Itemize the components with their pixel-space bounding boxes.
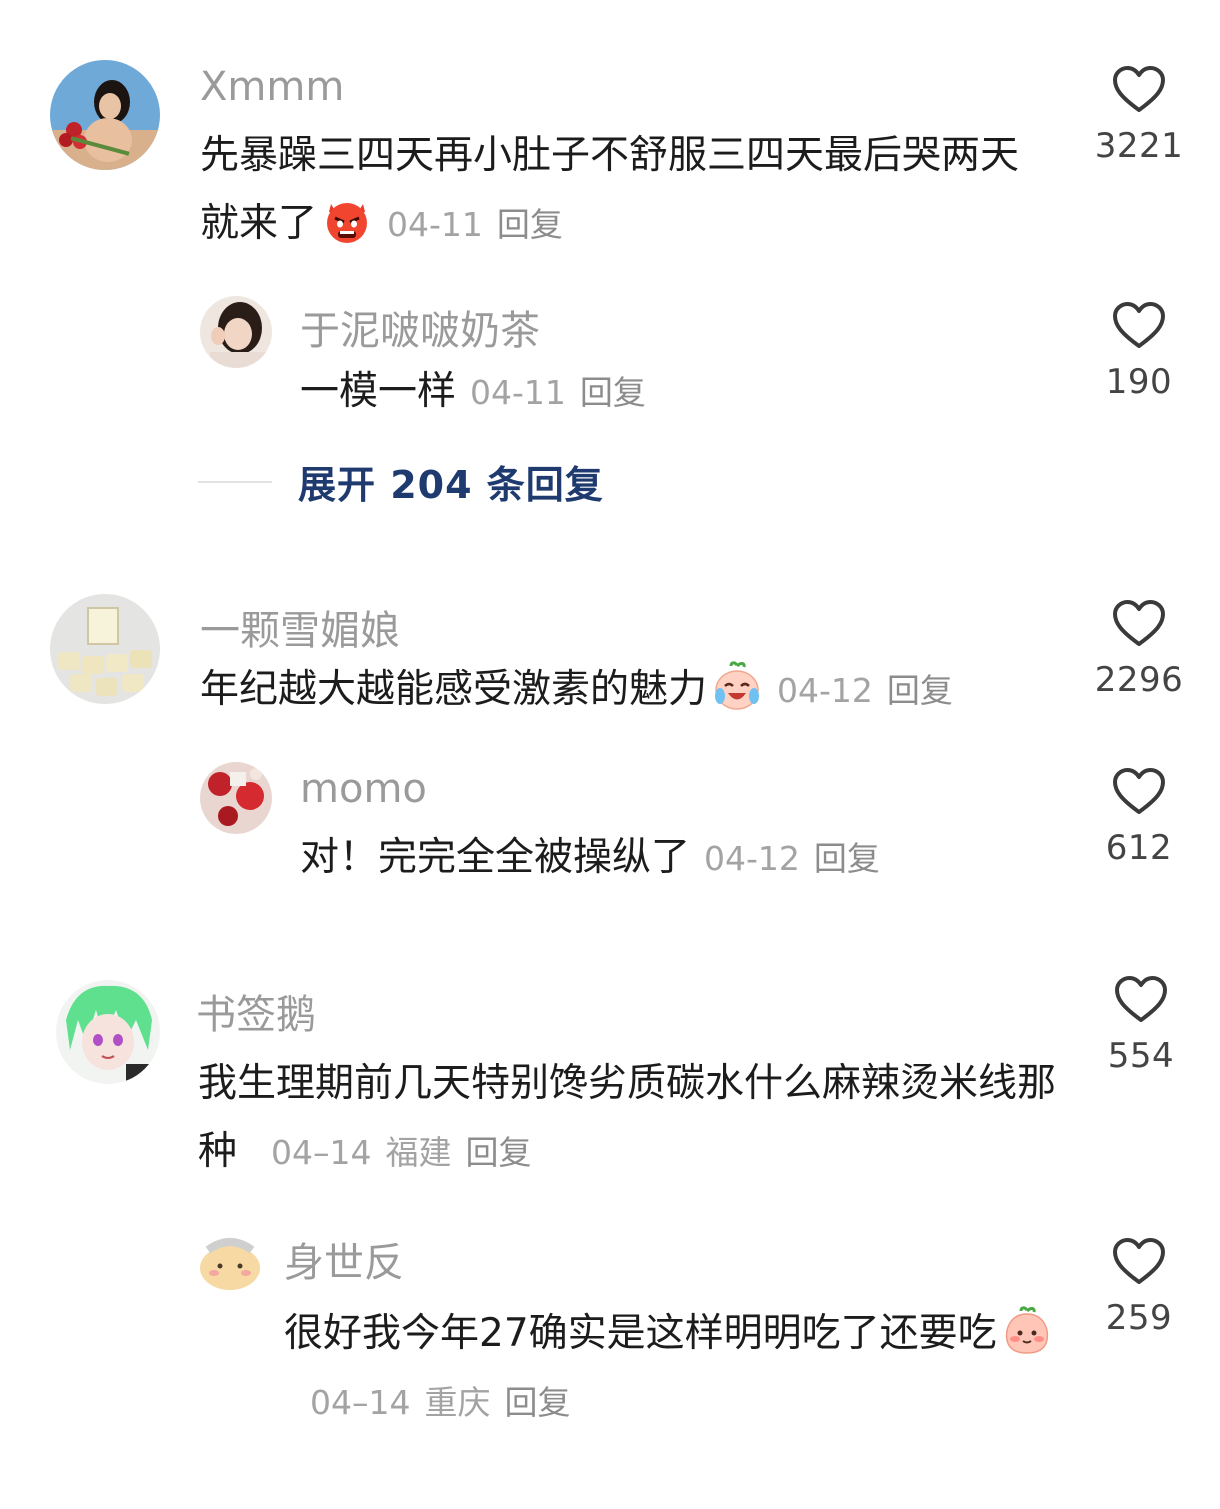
heart-icon[interactable]: [1111, 598, 1167, 648]
comment-text: 我生理期前几天特别馋劣质碳水什么麻辣烫米线那种 04–14 福建 回复: [198, 1050, 1058, 1187]
comment-body: 对！完完全全被操纵了: [300, 835, 691, 880]
avatar[interactable]: [56, 980, 160, 1084]
comment-date: 04-11: [387, 205, 483, 244]
reply-button[interactable]: 回复: [814, 839, 880, 878]
comment-meta: 04-11 回复: [470, 373, 646, 412]
comment-meta: 04-12 回复: [777, 671, 953, 710]
like-count: 3221: [1094, 126, 1184, 166]
comment-body: 年纪越大越能感受激素的魅力: [200, 667, 708, 712]
comment-body: 很好我今年27确实是这样明明吃了还要吃: [284, 1311, 997, 1356]
comment-text: 很好我今年27确实是这样明明吃了还要吃 04–14 重庆 回复: [284, 1300, 1064, 1437]
heart-icon[interactable]: [1111, 1236, 1167, 1286]
comment-location: 福建: [385, 1133, 452, 1172]
comment-text: 一模一样 04-11 回复: [300, 358, 1060, 427]
angry-devil-emoji: [321, 194, 373, 246]
comment-date: 04-12: [777, 671, 873, 710]
heart-icon[interactable]: [1111, 766, 1167, 816]
divider: [198, 480, 272, 483]
like-group: 3221: [1084, 64, 1194, 166]
comment-text: 年纪越大越能感受激素的魅力 04-12 回复: [200, 656, 1070, 725]
comment-date: 04–14: [310, 1383, 411, 1422]
avatar[interactable]: [50, 594, 160, 704]
comment-text: 对！完完全全被操纵了 04-12 回复: [300, 824, 1060, 893]
expand-replies-button[interactable]: 展开 204 条回复: [198, 454, 604, 509]
reply-button[interactable]: 回复: [887, 671, 953, 710]
like-count: 554: [1107, 1036, 1175, 1076]
avatar[interactable]: [50, 60, 160, 170]
comment-date: 04-12: [704, 839, 800, 878]
comment-meta: 04–14 重庆 回复: [310, 1383, 570, 1422]
comment-meta: 04–14 福建 回复: [271, 1133, 531, 1172]
like-count: 612: [1105, 828, 1173, 868]
comment-text: 先暴躁三四天再小肚子不舒服三四天最后哭两天就来了 04-11 回复: [200, 122, 1050, 259]
reply-button[interactable]: 回复: [580, 373, 646, 412]
like-group: 190: [1084, 300, 1194, 402]
username[interactable]: momo: [300, 766, 427, 812]
like-group: 554: [1086, 974, 1196, 1076]
crying-laugh-emoji: [711, 660, 763, 712]
like-group: 259: [1084, 1236, 1194, 1338]
reply-button[interactable]: 回复: [504, 1383, 570, 1422]
comment-date: 04-11: [470, 373, 566, 412]
reply-button[interactable]: 回复: [466, 1133, 532, 1172]
like-count: 190: [1105, 362, 1173, 402]
username[interactable]: 书签鹅: [196, 982, 316, 1040]
comment-meta: 04-11 回复: [387, 205, 563, 244]
heart-icon[interactable]: [1113, 974, 1169, 1024]
username[interactable]: 身世反: [284, 1230, 404, 1288]
heart-icon[interactable]: [1111, 300, 1167, 350]
like-count: 2296: [1094, 660, 1184, 700]
username[interactable]: Xmmm: [200, 64, 344, 110]
username[interactable]: 一颗雪媚娘: [200, 598, 400, 656]
shy-peach-emoji: [1001, 1304, 1053, 1356]
comment-location: 重庆: [424, 1383, 491, 1422]
like-count: 259: [1105, 1298, 1173, 1338]
username[interactable]: 于泥啵啵奶茶: [300, 298, 540, 356]
expand-replies-label[interactable]: 展开 204 条回复: [298, 454, 604, 509]
avatar[interactable]: [200, 296, 272, 368]
like-group: 2296: [1084, 598, 1194, 700]
avatar[interactable]: [196, 1228, 264, 1296]
comment-body: 一模一样: [300, 369, 457, 414]
like-group: 612: [1084, 766, 1194, 868]
reply-button[interactable]: 回复: [497, 205, 563, 244]
comment-date: 04–14: [271, 1133, 372, 1172]
comment-meta: 04-12 回复: [704, 839, 880, 878]
avatar[interactable]: [200, 762, 272, 834]
heart-icon[interactable]: [1111, 64, 1167, 114]
